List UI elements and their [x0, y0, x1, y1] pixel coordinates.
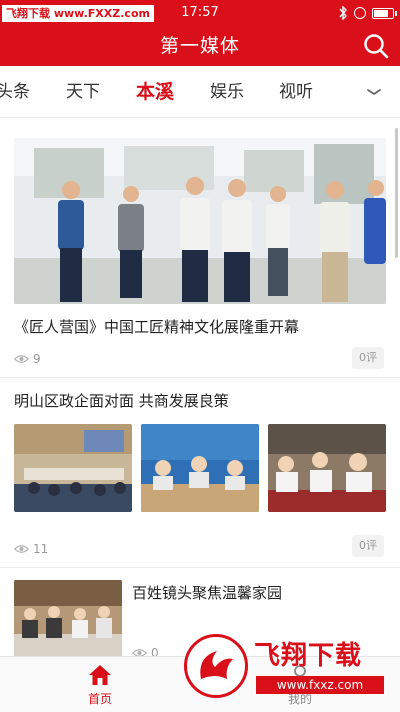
tab-audiovisual[interactable]: 视听 [279, 66, 313, 118]
search-icon [364, 34, 389, 59]
divider [0, 377, 400, 378]
watermark-title: 飞翔下载 [254, 641, 363, 671]
view-count: 11 [14, 542, 48, 556]
scrollbar[interactable] [395, 128, 398, 258]
article-title[interactable]: 明山区政企面对面 共商发展良策 [14, 390, 229, 412]
tab-benxi[interactable]: 本溪 [136, 66, 174, 118]
article-hero-image[interactable] [14, 138, 386, 304]
comment-count-badge[interactable]: 0评 [352, 535, 384, 557]
article-thumbnail[interactable] [14, 424, 132, 512]
meeting-photo-2 [141, 424, 259, 512]
app-header: 第一媒体 [0, 26, 400, 66]
site-watermark: 飞翔下载 www.fxxz.com [184, 634, 396, 706]
news-feed[interactable]: 《匠人营国》中国工匠精神文化展隆重开幕 9 0评 明山区政企面对面 共商发展良策 [0, 118, 400, 656]
eye-icon [14, 545, 29, 553]
article-thumbnail[interactable] [268, 424, 386, 512]
search-button[interactable] [360, 30, 392, 62]
view-count-value: 11 [33, 542, 49, 556]
bluetooth-icon [339, 6, 347, 20]
divider [0, 567, 400, 568]
article-title[interactable]: 《匠人营国》中国工匠精神文化展隆重开幕 [14, 316, 299, 338]
community-photo [14, 580, 122, 656]
category-tabs: 头条 天下 本溪 娱乐 视听 [0, 66, 400, 118]
tab-entertainment[interactable]: 娱乐 [210, 66, 244, 118]
eye-icon [132, 649, 147, 656]
page-title: 第一媒体 [159, 35, 240, 57]
watermark-logo-icon [184, 634, 248, 698]
article-title[interactable]: 百姓镜头聚焦温馨家园 [132, 582, 282, 604]
chevron-down-icon [367, 89, 381, 95]
meeting-photo-1 [14, 424, 132, 512]
eye-icon [14, 355, 29, 363]
article-thumbnail[interactable] [14, 580, 122, 656]
more-tabs-button[interactable] [364, 82, 384, 102]
battery-fill [374, 9, 388, 17]
home-icon [89, 665, 111, 685]
nav-home[interactable]: 首页 [50, 657, 150, 712]
status-bar: 飞翔下载 www.FXXZ.com 17:57 [0, 0, 400, 26]
view-count: 0 [132, 646, 159, 656]
meeting-photo-3 [268, 424, 386, 512]
tab-world[interactable]: 天下 [66, 66, 100, 118]
alarm-icon [354, 7, 366, 19]
comment-count-badge[interactable]: 0评 [352, 347, 384, 369]
article-thumbnail[interactable] [141, 424, 259, 512]
view-count: 9 [14, 352, 41, 366]
watermark-url: www.fxxz.com [256, 676, 384, 694]
view-count-value: 0 [151, 646, 159, 656]
view-count-value: 9 [33, 352, 41, 366]
tab-headlines[interactable]: 头条 [0, 66, 30, 118]
status-icons [338, 5, 397, 21]
battery-icon [372, 7, 397, 19]
nav-home-label: 首页 [87, 692, 112, 706]
exhibition-photo [14, 138, 386, 304]
